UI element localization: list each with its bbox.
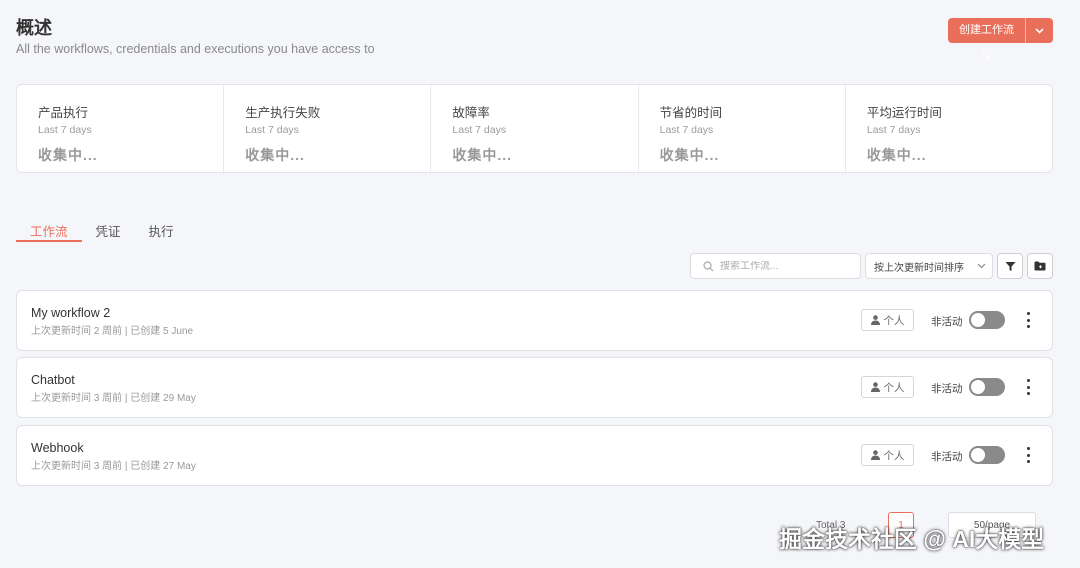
create-workflow-group: 创建工作流程 <box>948 18 1053 61</box>
tab-credentials[interactable]: 凭证 <box>82 218 135 242</box>
tab-workflows[interactable]: 工作流 <box>16 218 82 242</box>
status-label: 非活动 <box>931 316 963 328</box>
stat-title: 节省的时间 <box>659 106 723 120</box>
stat-card: 节省的时间 Last 7 days 收集中... <box>639 85 846 172</box>
stat-value: 收集中... <box>38 147 98 163</box>
user-icon <box>870 315 880 325</box>
stat-period: Last 7 days <box>866 124 921 136</box>
stat-period: Last 7 days <box>245 124 299 136</box>
tab-executions[interactable]: 执行 <box>135 218 188 242</box>
active-toggle[interactable] <box>969 446 1005 464</box>
stat-period: Last 7 days <box>38 124 92 136</box>
status-label: 非活动 <box>931 451 963 463</box>
owner-label: 个人 <box>883 381 905 394</box>
stat-value: 收集中... <box>452 147 513 163</box>
search-box <box>690 253 861 279</box>
owner-label: 个人 <box>883 314 905 327</box>
sort-label: 按上次更新时间排序 <box>874 262 964 274</box>
page-title: 概述 <box>16 18 52 38</box>
create-dropdown-button[interactable] <box>1025 18 1053 43</box>
stat-value: 收集中... <box>659 147 720 163</box>
active-toggle[interactable] <box>969 311 1005 329</box>
sort-select[interactable]: 按上次更新时间排序 <box>865 253 993 279</box>
toggle-knob <box>971 448 985 462</box>
toggle-knob <box>971 380 985 394</box>
more-options-icon[interactable] <box>1023 379 1033 395</box>
workflow-name[interactable]: Chatbot <box>31 373 75 387</box>
more-options-icon[interactable] <box>1023 447 1033 463</box>
workflow-name[interactable]: My workflow 2 <box>31 306 110 320</box>
workflow-meta: 上次更新时间 3 周前 | 已创建 29 May <box>31 393 196 404</box>
user-icon <box>870 450 880 460</box>
stat-title: 产品执行 <box>38 106 89 120</box>
workflow-row[interactable]: Webhook 上次更新时间 3 周前 | 已创建 27 May 个人 非活动 <box>16 425 1053 486</box>
workflow-meta: 上次更新时间 3 周前 | 已创建 27 May <box>31 461 196 472</box>
stat-value: 收集中... <box>245 147 305 163</box>
owner-badge: 个人 <box>861 444 914 466</box>
owner-badge: 个人 <box>861 309 914 331</box>
toggle-knob <box>971 313 985 327</box>
stat-card: 故障率 Last 7 days 收集中... <box>431 85 639 172</box>
filter-icon <box>1005 261 1015 271</box>
tabs: 工作流 凭证 执行 <box>16 218 188 242</box>
workflow-row[interactable]: Chatbot 上次更新时间 3 周前 | 已创建 29 May 个人 非活动 <box>16 357 1053 418</box>
owner-badge: 个人 <box>861 376 914 398</box>
user-icon <box>870 382 880 392</box>
workflow-row[interactable]: My workflow 2 上次更新时间 2 周前 | 已创建 5 June 个… <box>16 290 1053 351</box>
stat-title: 生产执行失败 <box>245 106 321 120</box>
stat-period: Last 7 days <box>452 124 507 136</box>
search-input[interactable] <box>720 260 850 272</box>
folder-icon <box>1034 261 1046 271</box>
page-subtitle: All the workflows, credentials and execu… <box>16 42 375 56</box>
folder-button[interactable] <box>1027 253 1053 279</box>
filter-button[interactable] <box>997 253 1023 279</box>
workflow-name[interactable]: Webhook <box>31 441 84 455</box>
create-workflow-button[interactable]: 创建工作流程 <box>948 18 1025 61</box>
stat-card: 产品执行 Last 7 days 收集中... <box>17 85 225 172</box>
owner-label: 个人 <box>883 449 905 462</box>
stat-title: 故障率 <box>452 106 490 120</box>
stat-card: 平均运行时间 Last 7 days 收集中... <box>846 85 1052 172</box>
stats-panel: 产品执行 Last 7 days 收集中... 生产执行失败 Last 7 da… <box>16 84 1053 173</box>
active-toggle[interactable] <box>969 378 1005 396</box>
more-options-icon[interactable] <box>1023 312 1033 328</box>
stat-title: 平均运行时间 <box>866 106 942 120</box>
stat-period: Last 7 days <box>659 124 714 136</box>
status-label: 非活动 <box>931 383 963 395</box>
watermark: 掘金技术社区 @ AI大模型 <box>779 526 1045 552</box>
chevron-down-icon <box>977 263 986 269</box>
stat-card: 生产执行失败 Last 7 days 收集中... <box>224 85 432 172</box>
search-icon <box>703 260 714 271</box>
page-header: 概述 All the workflows, credentials and ex… <box>16 16 375 56</box>
workflow-toolbar: 按上次更新时间排序 <box>690 253 1053 279</box>
chevron-down-icon <box>1035 27 1044 34</box>
workflow-meta: 上次更新时间 2 周前 | 已创建 5 June <box>31 326 194 337</box>
stat-value: 收集中... <box>866 147 927 163</box>
